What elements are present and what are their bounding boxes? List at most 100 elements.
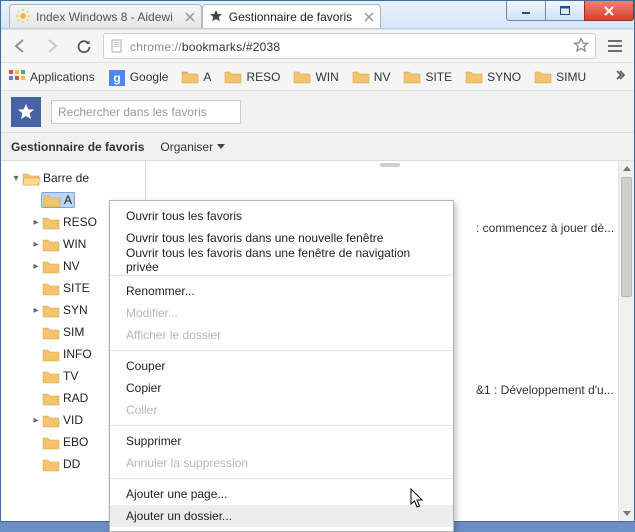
bookmark-folder[interactable]: A	[180, 68, 213, 86]
apps-shortcut[interactable]: Applications	[7, 68, 97, 86]
folder-icon	[225, 70, 241, 84]
bookmark-logo	[11, 97, 41, 127]
folder-icon	[353, 70, 369, 84]
tab-close-icon[interactable]	[364, 11, 374, 21]
folder-icon	[43, 392, 59, 405]
tree-item-label: A	[64, 193, 72, 207]
tree-item-label: SIM	[63, 325, 84, 339]
bookmark-folder[interactable]: SYNO	[464, 68, 523, 86]
forward-button[interactable]	[39, 33, 65, 59]
file-icon	[110, 39, 124, 53]
nav-toolbar: chrome://bookmarks/#2038	[1, 29, 634, 63]
bookmark-star-icon[interactable]	[573, 37, 589, 56]
tree-item-label: DD	[63, 457, 80, 471]
menu-item: Afficher le dossier	[110, 324, 453, 346]
folder-icon	[43, 370, 59, 383]
apps-label: Applications	[30, 70, 95, 84]
tree-item-label: WIN	[63, 237, 86, 251]
window-buttons	[507, 1, 634, 21]
window-maximize-button[interactable]	[545, 1, 585, 21]
page-header: Rechercher dans les favoris	[1, 91, 634, 133]
scroll-track[interactable]	[619, 177, 634, 505]
menu-item: Annuler la suppression	[110, 452, 453, 474]
vertical-scrollbar[interactable]	[618, 161, 634, 521]
tree-twisty[interactable]: ▸	[31, 305, 41, 316]
url-text: chrome://bookmarks/#2038	[130, 38, 280, 55]
tab-label: Gestionnaire de favoris	[229, 10, 352, 24]
menu-item[interactable]: Ouvrir tous les favoris dans une fenêtre…	[110, 249, 453, 271]
menu-item[interactable]: Couper	[110, 355, 453, 377]
bookmark-folder[interactable]: NV	[351, 68, 393, 86]
folder-icon	[404, 70, 420, 84]
folder-open-icon	[23, 172, 39, 185]
bookmark-google[interactable]: g Google	[107, 68, 171, 86]
bookmark-folder[interactable]: RESO	[223, 68, 282, 86]
back-button[interactable]	[7, 33, 33, 59]
chevron-down-icon	[217, 144, 225, 150]
svg-text:g: g	[113, 71, 120, 85]
page-title: Gestionnaire de favoris	[11, 140, 144, 154]
scroll-up-button[interactable]	[619, 161, 634, 177]
tree-item-label: TV	[63, 369, 78, 383]
tree-twisty[interactable]: ▸	[31, 239, 41, 250]
tree-item-label: SYN	[63, 303, 88, 317]
window-minimize-button[interactable]	[506, 1, 546, 21]
folder-icon	[43, 348, 59, 361]
tab-inactive[interactable]: Index Windows 8 - Aidewi	[9, 4, 202, 28]
folder-icon	[43, 326, 59, 339]
folder-icon	[43, 436, 59, 449]
tree-item-label: SITE	[63, 281, 90, 295]
tree-item-label: EBO	[63, 435, 88, 449]
chrome-menu-button[interactable]	[602, 33, 628, 59]
folder-icon	[43, 458, 59, 471]
menu-item[interactable]: Supprimer	[110, 430, 453, 452]
folder-icon	[43, 238, 59, 251]
folder-icon	[43, 304, 59, 317]
menu-item[interactable]: Renommer...	[110, 280, 453, 302]
tree-item-label: RESO	[63, 215, 97, 229]
tab-label: Index Windows 8 - Aidewi	[36, 10, 173, 24]
menu-item[interactable]: Ouvrir tous les favoris	[110, 205, 453, 227]
folder-icon	[43, 414, 59, 427]
menu-separator	[110, 350, 453, 351]
tree-twisty[interactable]: ▸	[31, 217, 41, 228]
organize-menu-button[interactable]: Organiser	[160, 140, 225, 154]
folder-icon	[294, 70, 310, 84]
bookmark-folder[interactable]: SIMU	[533, 68, 588, 86]
menu-item[interactable]: Ajouter un dossier...	[110, 505, 453, 527]
google-icon: g	[109, 70, 125, 84]
tab-strip: Index Windows 8 - Aidewi Gestionnaire de…	[9, 2, 381, 28]
folder-icon	[43, 260, 59, 273]
folder-icon	[44, 194, 60, 207]
folder-icon	[43, 282, 59, 295]
search-placeholder: Rechercher dans les favoris	[58, 105, 207, 119]
menu-separator	[110, 478, 453, 479]
tree-root[interactable]: ▾ Barre de	[1, 167, 145, 189]
bookmark-folder[interactable]: SITE	[402, 68, 454, 86]
menu-item: Modifier...	[110, 302, 453, 324]
menu-item: Coller	[110, 399, 453, 421]
folder-icon	[535, 70, 551, 84]
scroll-thumb[interactable]	[621, 177, 632, 297]
scroll-down-button[interactable]	[619, 505, 634, 521]
splitter-grip[interactable]	[146, 161, 634, 169]
folder-icon	[182, 70, 198, 84]
menu-separator	[110, 425, 453, 426]
menu-item[interactable]: Ajouter une page...	[110, 483, 453, 505]
menu-separator	[110, 275, 453, 276]
menu-item[interactable]: Copier	[110, 377, 453, 399]
bookmark-overflow-button[interactable]	[610, 68, 628, 85]
tree-twisty[interactable]: ▸	[31, 415, 41, 426]
tab-active[interactable]: Gestionnaire de favoris	[202, 4, 381, 28]
tree-twisty[interactable]: ▸	[31, 261, 41, 272]
sun-favicon	[16, 9, 30, 23]
bookmark-folder[interactable]: WIN	[292, 68, 340, 86]
window-close-button[interactable]	[584, 1, 634, 21]
browser-window: Index Windows 8 - Aidewi Gestionnaire de…	[0, 0, 635, 522]
reload-button[interactable]	[71, 33, 97, 59]
address-bar[interactable]: chrome://bookmarks/#2038	[103, 33, 596, 59]
tree-item-label: RAD	[63, 391, 88, 405]
tab-close-icon[interactable]	[185, 11, 195, 21]
bookmark-search-input[interactable]: Rechercher dans les favoris	[51, 100, 241, 124]
tree-twisty-open[interactable]: ▾	[11, 173, 21, 184]
